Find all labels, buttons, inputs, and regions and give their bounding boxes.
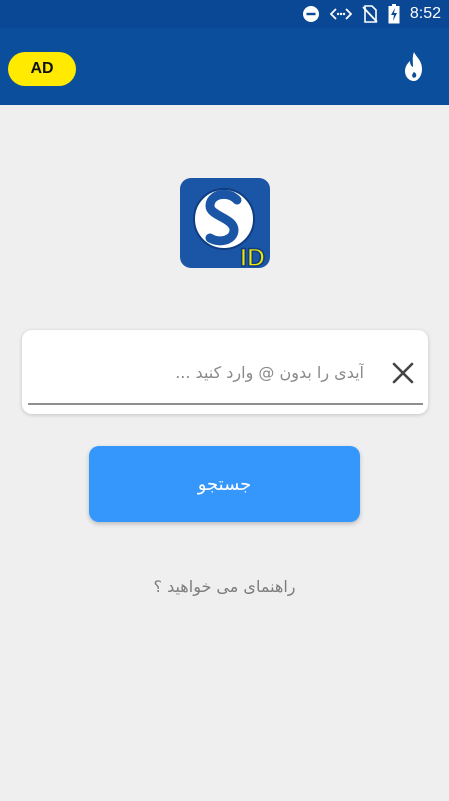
search-card	[22, 330, 428, 414]
status-bar: 8:52	[0, 0, 449, 28]
search-button[interactable]: جستجو	[89, 446, 360, 522]
do-not-disturb-icon	[302, 5, 320, 23]
flame-icon	[405, 52, 422, 81]
search-input-underline	[28, 403, 423, 405]
status-time: 8:52	[409, 5, 441, 22]
no-sim-icon	[362, 5, 378, 23]
data-transfer-icon	[329, 7, 352, 21]
logo-badge-text: ID	[240, 244, 265, 268]
ad-button[interactable]: AD	[8, 52, 76, 86]
battery-charging-icon	[388, 4, 400, 24]
flame-button[interactable]	[398, 50, 430, 84]
app-logo: ID	[180, 178, 270, 273]
help-link[interactable]: راهنمای می خواهید ؟	[100, 572, 349, 600]
close-icon	[392, 362, 414, 384]
search-input[interactable]	[30, 348, 368, 396]
clear-button[interactable]	[388, 358, 418, 388]
app-bar: AD	[0, 28, 449, 105]
